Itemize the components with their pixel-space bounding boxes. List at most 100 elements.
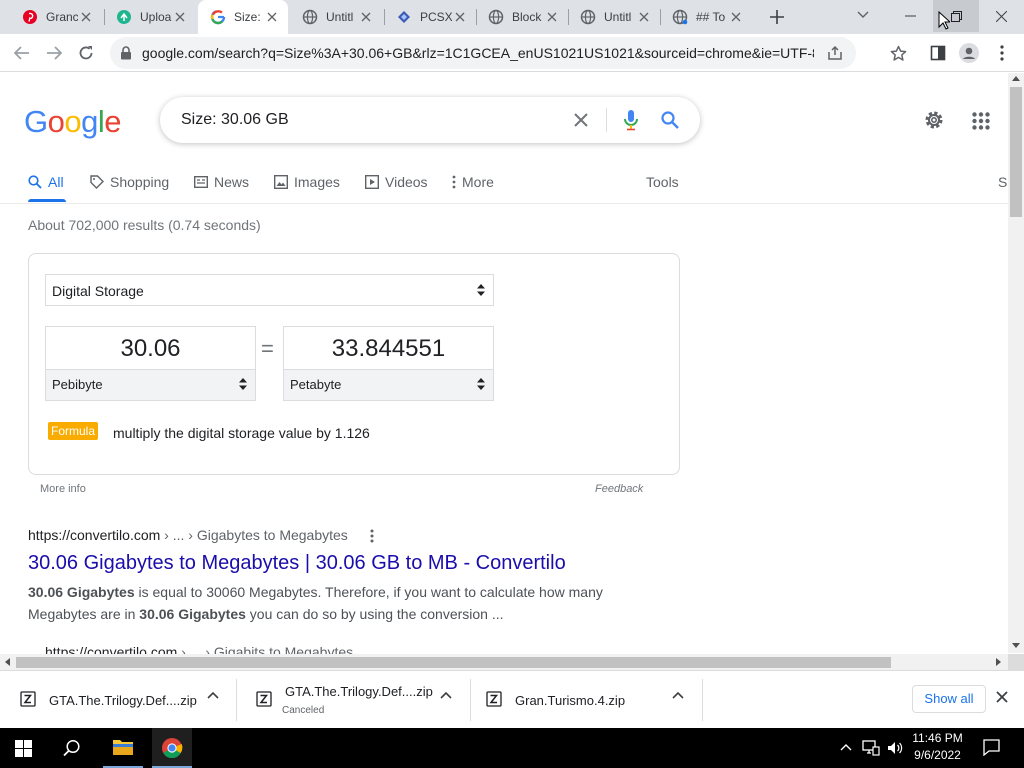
minimize-button[interactable] <box>887 0 933 32</box>
result-url[interactable]: https://convertilo.com › ... › Gigabytes… <box>28 527 348 543</box>
windows-start-icon[interactable] <box>15 740 32 757</box>
taskbar-clock-date[interactable]: 9/6/2022 <box>910 748 965 762</box>
download-item[interactable]: GTA.The.Trilogy.Def....zip Canceled <box>236 671 470 729</box>
nav-tab-shopping[interactable]: Shopping <box>90 172 169 192</box>
chevron-up-icon[interactable] <box>672 691 684 699</box>
from-unit-select[interactable]: Pebibyte <box>46 369 255 400</box>
chevron-up-icon[interactable] <box>840 743 852 751</box>
chevron-down-icon <box>857 11 869 18</box>
taskbar-search-icon[interactable] <box>63 739 81 757</box>
nav-tab-all[interactable]: All <box>28 172 64 192</box>
close-window-button[interactable] <box>978 0 1024 32</box>
reload-button[interactable] <box>72 39 100 67</box>
close-shelf-icon[interactable] <box>996 691 1008 703</box>
volume-icon[interactable] <box>887 740 903 756</box>
close-tab-icon[interactable] <box>636 9 652 25</box>
show-all-downloads-button[interactable]: Show all <box>912 685 986 713</box>
download-status: Canceled <box>282 705 325 716</box>
more-info-link[interactable]: More info <box>40 483 86 495</box>
search-box[interactable]: Size: 30.06 GB <box>160 97 700 143</box>
download-filename: Gran.Turismo.4.zip <box>515 693 626 708</box>
new-tab-button[interactable] <box>763 3 791 31</box>
chrome-icon <box>162 738 183 759</box>
nav-tab-images[interactable]: Images <box>274 172 340 192</box>
close-tab-icon[interactable] <box>452 9 468 25</box>
scroll-up-arrow-icon[interactable] <box>1012 76 1020 81</box>
to-value-input[interactable]: 33.844551 <box>284 335 493 363</box>
settings-gear-icon[interactable] <box>923 109 945 131</box>
plus-icon <box>770 10 784 24</box>
horizontal-scrollbar-thumb[interactable] <box>16 657 891 668</box>
browser-menu-button[interactable] <box>988 39 1016 67</box>
snippet-text: you can do so by using the conversion ..… <box>245 606 504 622</box>
search-input[interactable]: Size: 30.06 GB <box>181 111 289 129</box>
clear-search-icon[interactable] <box>573 112 589 128</box>
nav-tab-more[interactable]: More <box>452 172 494 192</box>
kebab-menu-icon <box>1000 45 1004 61</box>
tab-title: PCSX <box>420 10 452 24</box>
share-icon[interactable] <box>827 45 843 61</box>
chevron-up-icon[interactable] <box>207 691 219 699</box>
file-explorer-button[interactable] <box>103 728 143 768</box>
tab-size-active[interactable]: Size: <box>198 0 288 34</box>
chrome-taskbar-button[interactable] <box>152 728 192 768</box>
tab-granc[interactable]: Granc <box>10 0 102 34</box>
bookmark-star-button[interactable] <box>884 39 912 67</box>
close-tab-icon[interactable] <box>172 9 188 25</box>
result-stats: About 702,000 results (0.74 seconds) <box>28 217 261 233</box>
globe-icon <box>488 9 504 25</box>
vertical-scrollbar-thumb[interactable] <box>1010 87 1022 217</box>
side-panel-icon <box>930 45 946 61</box>
nav-tab-news[interactable]: News <box>194 172 249 192</box>
scroll-right-arrow-icon[interactable] <box>996 658 1001 666</box>
tab-pcsx[interactable]: PCSX <box>384 0 476 34</box>
tab-to[interactable]: ## To <box>660 0 752 34</box>
newspaper-icon <box>194 176 208 188</box>
active-tab-indicator <box>28 199 66 202</box>
category-select[interactable]: Digital Storage <box>45 274 494 306</box>
download-shelf: GTA.The.Trilogy.Def....zip GTA.The.Trilo… <box>0 670 1024 728</box>
taskbar-clock-time[interactable]: 11:46 PM <box>910 731 965 745</box>
download-item[interactable]: Gran.Turismo.4.zip <box>466 671 702 729</box>
notification-icon[interactable] <box>983 739 1000 756</box>
from-value-input[interactable]: 30.06 <box>46 335 255 363</box>
arrow-left-icon <box>14 46 29 60</box>
google-logo[interactable]: Google <box>24 104 122 140</box>
tab-untitled-1[interactable]: Untitl <box>290 0 382 34</box>
nav-cut-off-item[interactable]: S <box>998 172 1007 192</box>
close-tab-icon[interactable] <box>544 9 560 25</box>
tab-upload[interactable]: Uploa <box>104 0 196 34</box>
address-bar[interactable]: google.com/search?q=Size%3A+30.06+GB&rlz… <box>110 37 856 69</box>
zip-file-icon <box>256 691 272 707</box>
restore-icon <box>950 10 962 22</box>
feedback-link[interactable]: Feedback <box>595 483 643 495</box>
nav-tab-label: Tools <box>646 174 679 190</box>
apps-grid-icon[interactable] <box>972 112 990 130</box>
microphone-icon[interactable] <box>623 109 639 131</box>
nav-tab-videos[interactable]: Videos <box>365 172 428 192</box>
profile-button[interactable] <box>955 39 983 67</box>
chevron-up-icon[interactable] <box>440 691 452 699</box>
download-item[interactable]: GTA.The.Trilogy.Def....zip <box>0 671 236 729</box>
close-tab-icon[interactable] <box>728 9 744 25</box>
tab-search-button[interactable] <box>849 1 877 29</box>
close-tab-icon[interactable] <box>264 9 280 25</box>
scroll-down-arrow-icon[interactable] <box>1012 643 1020 648</box>
tab-strip: Granc Uploa Size: Untitl PCSX Block Unti… <box>0 0 1024 34</box>
url-text: google.com/search?q=Size%3A+30.06+GB&rlz… <box>142 45 814 61</box>
result-more-icon[interactable] <box>370 529 374 543</box>
tab-block[interactable]: Block <box>476 0 568 34</box>
forward-button[interactable] <box>40 39 68 67</box>
close-tab-icon[interactable] <box>358 9 374 25</box>
nav-tools[interactable]: Tools <box>646 172 679 192</box>
close-tab-icon[interactable] <box>78 9 94 25</box>
tab-untitled-2[interactable]: Untitl <box>568 0 660 34</box>
scroll-left-arrow-icon[interactable] <box>5 658 10 666</box>
side-panel-button[interactable] <box>924 39 952 67</box>
to-unit-select[interactable]: Petabyte <box>284 369 493 400</box>
back-button[interactable] <box>8 39 36 67</box>
network-icon[interactable] <box>862 740 880 756</box>
formula-text: multiply the digital storage value by 1.… <box>113 425 370 441</box>
result-title-link[interactable]: 30.06 Gigabytes to Megabytes | 30.06 GB … <box>28 552 566 575</box>
search-icon[interactable] <box>661 111 679 129</box>
